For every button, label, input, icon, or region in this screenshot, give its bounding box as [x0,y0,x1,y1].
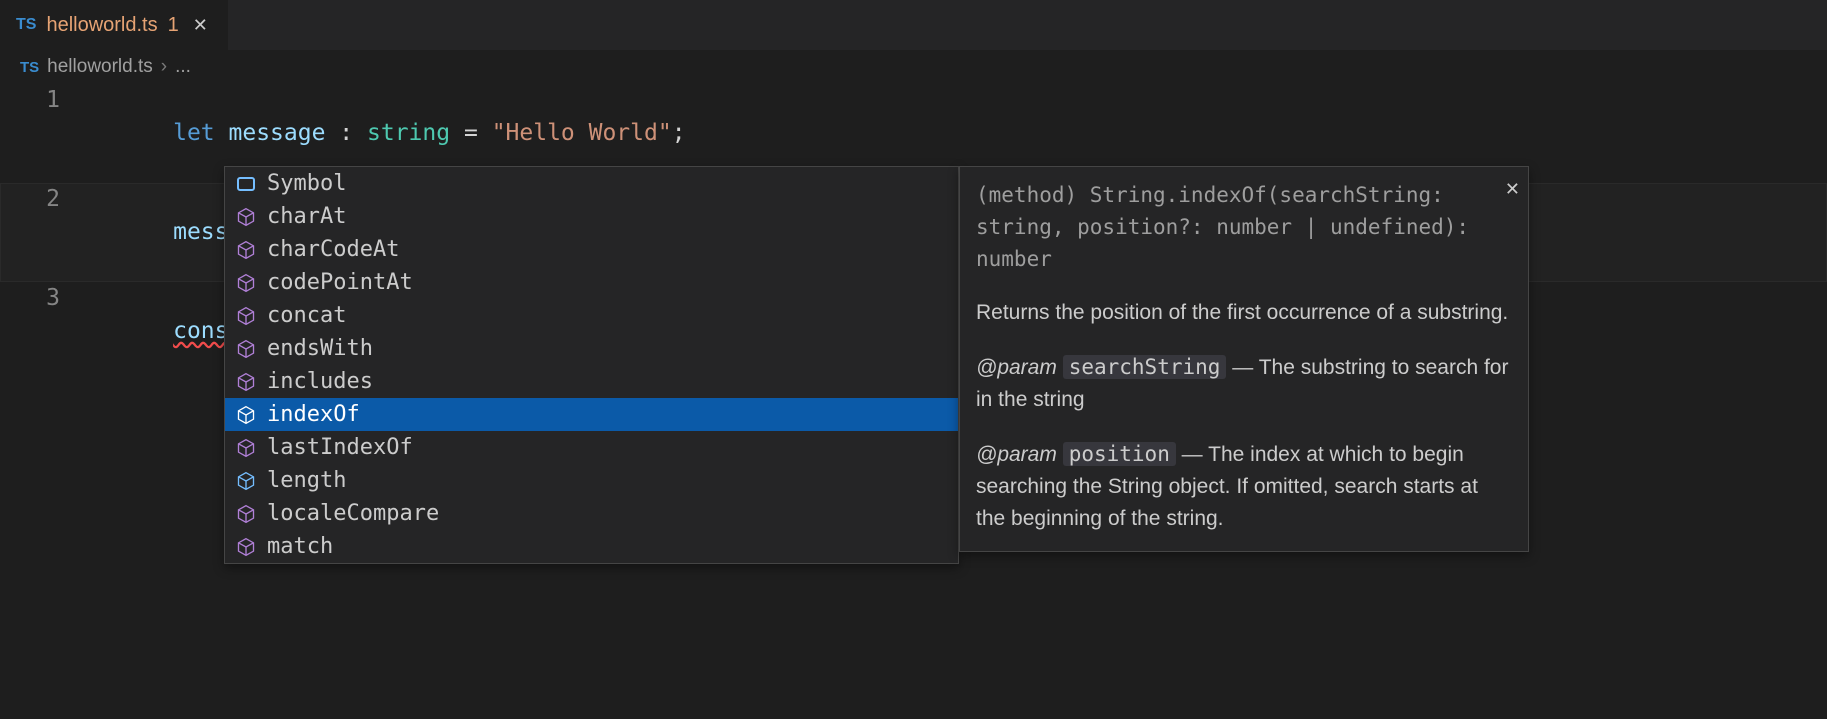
method-icon [235,404,257,426]
suggest-item-label: indexOf [267,402,360,427]
doc-param-name: position [1063,442,1176,466]
intellisense-doc-panel: ✕ (method) String.indexOf(searchString: … [959,166,1529,552]
suggest-item-label: lastIndexOf [267,435,413,460]
token-variable: message [229,120,326,146]
suggest-item-label: concat [267,303,346,328]
tab-bar: TS helloworld.ts 1 ✕ [0,0,1827,50]
suggest-item-localeCompare[interactable]: localeCompare [225,497,958,530]
method-icon [235,272,257,294]
doc-description: Returns the position of the first occurr… [976,297,1512,329]
doc-param: @param position — The index at which to … [976,438,1512,535]
suggest-item-charCodeAt[interactable]: charCodeAt [225,233,958,266]
suggest-item-label: localeCompare [267,501,439,526]
suggest-item-label: codePointAt [267,270,413,295]
line-number: 3 [0,282,90,381]
method-icon [235,338,257,360]
token-string: "Hello World" [492,120,672,146]
doc-signature: (method) String.indexOf(searchString: st… [976,179,1512,275]
method-icon [235,239,257,261]
line-number: 1 [0,84,90,183]
suggest-item-label: endsWith [267,336,373,361]
suggest-item-label: match [267,534,333,559]
doc-param-name: searchString [1063,355,1227,379]
suggest-item-label: length [267,468,346,493]
method-icon [235,437,257,459]
suggest-item-label: charCodeAt [267,237,399,262]
method-icon [235,371,257,393]
suggest-item-label: includes [267,369,373,394]
suggest-item-match[interactable]: match [225,530,958,563]
suggest-item-includes[interactable]: includes [225,365,958,398]
method-icon [235,305,257,327]
close-icon[interactable]: ✕ [189,13,212,38]
suggest-item-concat[interactable]: concat [225,299,958,332]
suggest-item-indexOf[interactable]: indexOf [225,398,958,431]
doc-param-tag: @param [976,356,1057,379]
suggest-item-label: Symbol [267,171,346,196]
symbol-icon [235,173,257,195]
tab-filename: helloworld.ts [46,14,157,37]
breadcrumb-file: helloworld.ts [47,56,153,78]
typescript-icon: TS [20,59,39,76]
intellisense-popup: Symbol charAt charCodeAt codePointAt concat e… [224,166,959,564]
close-icon[interactable]: ✕ [1505,173,1520,205]
method-icon [235,536,257,558]
suggest-item-label: charAt [267,204,346,229]
breadcrumb-tail: ... [175,56,191,78]
chevron-right-icon: › [161,56,167,78]
breadcrumb[interactable]: TS helloworld.ts › ... [0,50,1827,84]
suggest-item-charAt[interactable]: charAt [225,200,958,233]
method-icon [235,503,257,525]
property-icon [235,470,257,492]
suggest-item-length[interactable]: length [225,464,958,497]
token-type: string [367,120,450,146]
tab-helloworld[interactable]: TS helloworld.ts 1 ✕ [0,0,229,50]
suggest-item-endsWith[interactable]: endsWith [225,332,958,365]
doc-param-tag: @param [976,443,1057,466]
token-keyword: let [173,120,215,146]
suggest-item-codePointAt[interactable]: codePointAt [225,266,958,299]
typescript-icon: TS [16,16,36,34]
suggest-item-Symbol[interactable]: Symbol [225,167,958,200]
line-number: 2 [0,183,90,282]
method-icon [235,206,257,228]
doc-param: @param searchString — The substring to s… [976,351,1512,416]
tab-problems-badge: 1 [168,14,179,37]
suggest-item-lastIndexOf[interactable]: lastIndexOf [225,431,958,464]
